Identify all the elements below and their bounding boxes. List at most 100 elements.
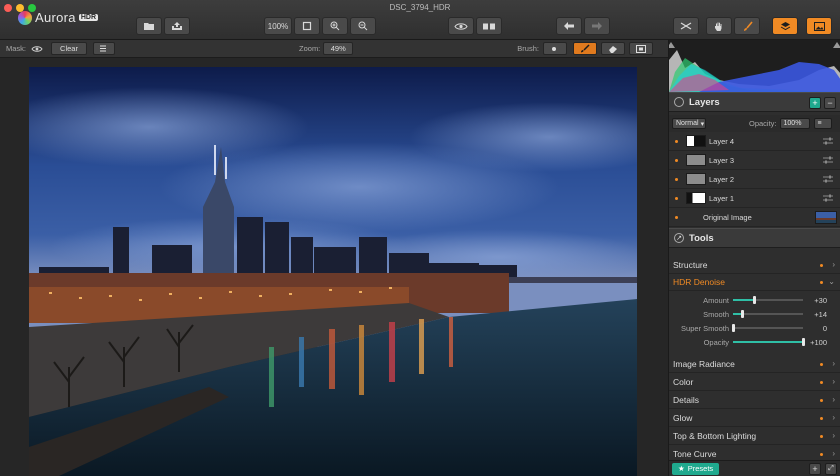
tool-color[interactable]: Color › <box>669 374 840 391</box>
tool-name: Color <box>673 377 694 387</box>
compare-icon <box>483 23 495 29</box>
layer-opacity-select[interactable]: 100% <box>779 118 810 129</box>
layers-section-header[interactable]: Layers + − <box>669 92 840 112</box>
tool-hdr-denoise[interactable]: HDR Denoise ⌄ <box>669 274 840 291</box>
eye-icon <box>31 45 43 52</box>
layer-settings-icon[interactable] <box>823 137 833 145</box>
presets-button[interactable]: ★ Presets <box>672 462 720 475</box>
chevron-right-icon: › <box>832 395 835 404</box>
slider-knob[interactable] <box>731 324 735 332</box>
layer-settings-icon[interactable] <box>823 194 833 202</box>
brush-label: Brush: <box>517 44 539 53</box>
layer-row-original[interactable]: Original Image <box>669 208 840 227</box>
add-layer-button[interactable]: + <box>809 97 821 109</box>
layer-visibility-dot[interactable] <box>675 177 678 181</box>
blend-mode-select[interactable]: Normal ▾ <box>672 118 706 129</box>
zoom-100-button[interactable]: 100% <box>264 17 292 35</box>
chevron-right-icon: › <box>832 413 835 422</box>
mask-visibility-toggle[interactable] <box>31 45 43 53</box>
layers-title: Layers <box>689 96 720 108</box>
city-skyline-photo <box>29 67 637 476</box>
layer-row-2[interactable]: Layer 2 <box>669 170 840 189</box>
top-toolbar: DSC_3794_HDR Aurora HDR 100% <box>0 0 840 40</box>
paint-brush-button[interactable] <box>572 42 597 55</box>
layers-toggle-button[interactable] <box>772 17 798 35</box>
eraser-button[interactable] <box>600 42 625 55</box>
redo-button[interactable] <box>584 17 610 35</box>
layer-visibility-dot[interactable] <box>675 196 678 200</box>
tool-name: Structure <box>673 260 708 270</box>
share-button[interactable] <box>164 17 190 35</box>
add-filter-button[interactable]: + <box>809 463 821 475</box>
layer-thumbnail <box>686 192 706 204</box>
mask-options-menu[interactable] <box>93 42 116 55</box>
mask-fill-button[interactable] <box>628 42 653 55</box>
tool-top-bottom-lighting[interactable]: Top & Bottom Lighting › <box>669 428 840 445</box>
tool-name: HDR Denoise <box>673 277 725 287</box>
undo-button[interactable] <box>556 17 582 35</box>
tool-name: Image Radiance <box>673 359 735 369</box>
brush-tool-icon <box>743 20 753 31</box>
layer-thumbnail <box>686 173 706 185</box>
layer-row-4[interactable]: Layer 4 <box>669 132 840 151</box>
param-super-smooth: Super Smooth 0 <box>669 321 840 335</box>
clear-mask-button[interactable]: Clear <box>51 42 88 55</box>
brush-tool-button[interactable] <box>734 17 760 35</box>
tool-glow[interactable]: Glow › <box>669 410 840 427</box>
preview-button[interactable] <box>448 17 474 35</box>
zoom-out-button[interactable] <box>350 17 376 35</box>
smooth-slider[interactable] <box>733 310 803 318</box>
slider-knob[interactable] <box>741 310 745 318</box>
crop-button[interactable] <box>673 17 699 35</box>
right-panel: Layers + − Normal ▾ Opacity: 100% ≡ Laye… <box>667 40 840 476</box>
layer-name: Layer 4 <box>709 136 735 146</box>
hand-tool-button[interactable] <box>706 17 732 35</box>
remove-layer-button[interactable]: − <box>824 97 836 109</box>
tool-name: Glow <box>673 413 693 423</box>
opacity-slider[interactable] <box>733 338 805 346</box>
chevron-down-icon: ▾ <box>700 120 705 128</box>
app-window: DSC_3794_HDR Aurora HDR 100% Mask: Clear… <box>0 0 840 476</box>
zoom-out-icon <box>358 21 368 31</box>
slider-knob[interactable] <box>801 338 805 346</box>
amount-slider[interactable] <box>733 296 803 304</box>
layer-row-1[interactable]: Layer 1 <box>669 189 840 208</box>
image-view-button[interactable] <box>806 17 832 35</box>
tools-section-header[interactable]: ↗ Tools <box>669 228 840 248</box>
slider-knob[interactable] <box>752 296 756 304</box>
redo-icon <box>592 22 602 30</box>
layer-visibility-dot[interactable] <box>675 158 678 162</box>
layer-row-3[interactable]: Layer 3 <box>669 151 840 170</box>
tool-details[interactable]: Details › <box>669 392 840 409</box>
layer-settings-icon[interactable] <box>823 156 833 164</box>
open-button[interactable] <box>136 17 162 35</box>
fit-button[interactable] <box>294 17 320 35</box>
eraser-icon <box>608 45 617 53</box>
compare-button[interactable] <box>476 17 502 35</box>
zoom-select[interactable]: 49% <box>323 42 354 55</box>
super-smooth-slider[interactable] <box>731 324 803 332</box>
plus-icon: + <box>812 464 818 474</box>
histogram-graph <box>667 42 840 92</box>
expand-panel-button[interactable]: ⤢ <box>825 463 837 475</box>
layer-settings-icon[interactable] <box>823 175 833 183</box>
tool-name: Details <box>673 395 699 405</box>
canvas-area[interactable] <box>0 58 668 476</box>
tool-structure[interactable]: Structure › <box>669 257 840 274</box>
zoom-label: Zoom: <box>299 44 321 53</box>
tool-image-radiance[interactable]: Image Radiance › <box>669 356 840 373</box>
star-icon: ★ <box>678 464 685 473</box>
layer-options-menu[interactable]: ≡ <box>813 118 832 129</box>
layer-visibility-dot[interactable] <box>675 215 678 219</box>
menu-icon: ≡ <box>817 120 822 127</box>
zoom-group: 100% <box>264 17 376 35</box>
hdr-photo[interactable] <box>29 67 637 476</box>
chevron-right-icon: › <box>832 377 835 386</box>
param-label: Amount <box>703 295 729 305</box>
zoom-in-button[interactable] <box>322 17 348 35</box>
layer-visibility-dot[interactable] <box>675 139 678 143</box>
brush-size-select[interactable] <box>542 42 567 55</box>
minus-icon: − <box>827 98 833 108</box>
layer-name: Layer 2 <box>709 174 735 184</box>
param-amount: Amount +30 <box>669 293 840 307</box>
